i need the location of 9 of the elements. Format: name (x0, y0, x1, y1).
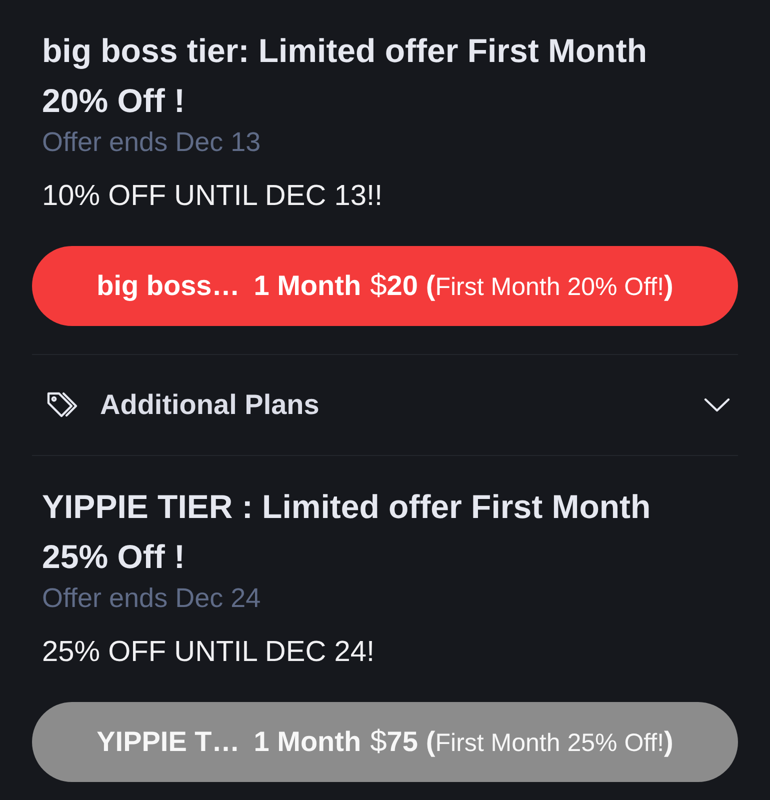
offer-end-date: Offer ends Dec 24 (42, 582, 262, 614)
offer-end-date: Offer ends Dec 13 (42, 126, 262, 158)
offer-description: 10% OFF UNTIL DEC 13!! (42, 179, 384, 214)
additional-plans-toggle[interactable]: Additional Plans (0, 375, 770, 435)
offer-title: big boss tier: Limited offer First Month 20% Off ! (42, 31, 648, 121)
offer-title: YIPPIE TIER : Limited offer First Month 25% Off ! (42, 487, 652, 577)
offer-description: 25% OFF UNTIL DEC 24! (42, 635, 376, 670)
tags-icon (46, 391, 78, 419)
subscribe-button[interactable]: big boss… 1 Month $20 (First Month 20% Off!) (32, 246, 738, 326)
